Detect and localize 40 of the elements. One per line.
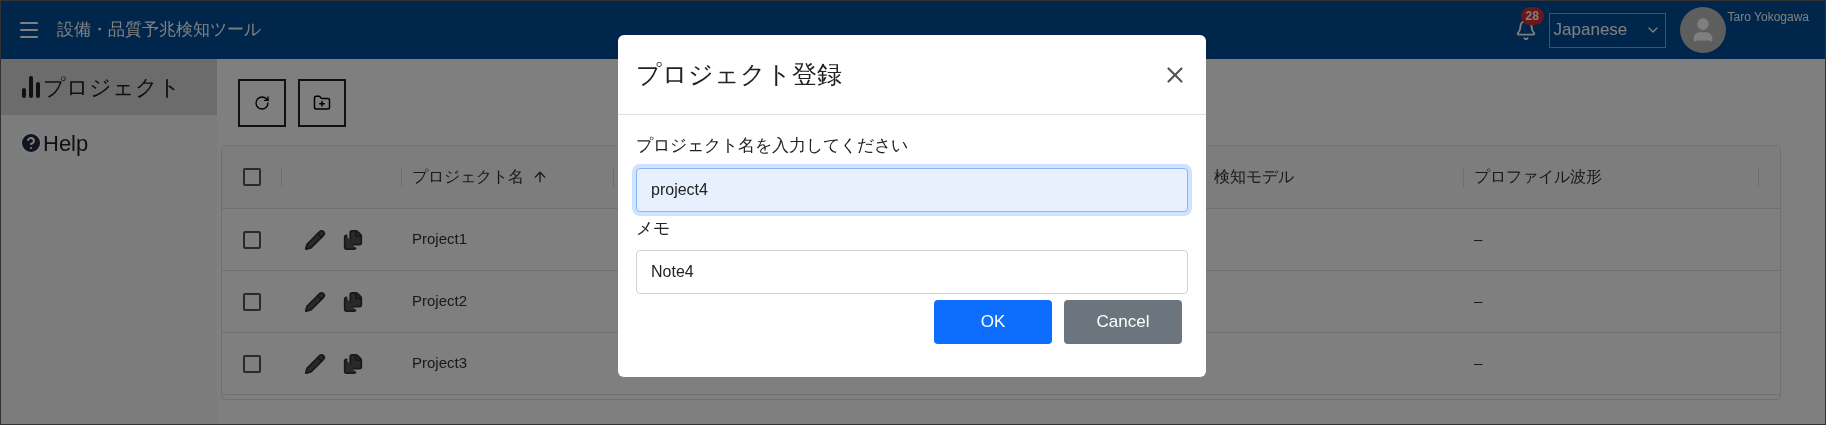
sort-arrow-icon[interactable]	[532, 169, 548, 185]
copy-icon[interactable]	[342, 352, 364, 375]
checkbox[interactable]	[242, 168, 261, 186]
bell-icon[interactable]	[1514, 19, 1537, 41]
field-label: メモ	[636, 217, 671, 240]
column-header[interactable]: プロファイル波形	[1474, 165, 1602, 189]
app-title: 設備・品質予兆検知ツール	[57, 19, 261, 42]
edit-icon[interactable]	[304, 290, 326, 313]
input-field[interactable]: project4	[636, 167, 1188, 212]
field-label: プロジェクト名を入力してください	[636, 135, 909, 157]
table-cell: –	[1474, 354, 1483, 372]
copy-icon[interactable]	[342, 228, 364, 251]
checkbox[interactable]	[243, 292, 261, 311]
avatar[interactable]	[1679, 7, 1726, 53]
language-select[interactable]: Japanese	[1548, 12, 1666, 48]
table-cell: Project1	[412, 230, 468, 248]
column-header[interactable]: プロジェクト名	[412, 165, 524, 189]
table-cell: –	[1474, 292, 1483, 310]
sidebar-item[interactable]: プロジェクト	[1, 59, 217, 115]
bar-chart-icon	[19, 75, 43, 99]
help-icon	[19, 131, 43, 155]
edit-icon[interactable]	[304, 352, 326, 375]
cancel-button[interactable]: Cancel	[1064, 300, 1182, 344]
table-cell: Project3	[412, 354, 468, 372]
ok-button[interactable]: OK	[934, 300, 1052, 344]
input-field[interactable]: Note4	[636, 250, 1188, 294]
edit-icon[interactable]	[304, 228, 326, 251]
copy-icon[interactable]	[342, 290, 364, 313]
table-cell: –	[1474, 230, 1483, 248]
folder-plus-icon	[313, 94, 331, 112]
checkbox[interactable]	[243, 230, 261, 249]
notification-badge: 28	[1520, 7, 1544, 25]
user-name: Taro Yokogawa	[1727, 9, 1809, 26]
new-folder-button[interactable]	[298, 79, 346, 127]
refresh-button[interactable]	[238, 79, 286, 127]
table-cell: Project2	[412, 292, 468, 310]
column-header[interactable]: 検知モデル	[1214, 165, 1294, 189]
dialog-title: プロジェクト登録	[636, 58, 842, 90]
checkbox[interactable]	[243, 354, 261, 373]
refresh-icon	[254, 95, 270, 111]
